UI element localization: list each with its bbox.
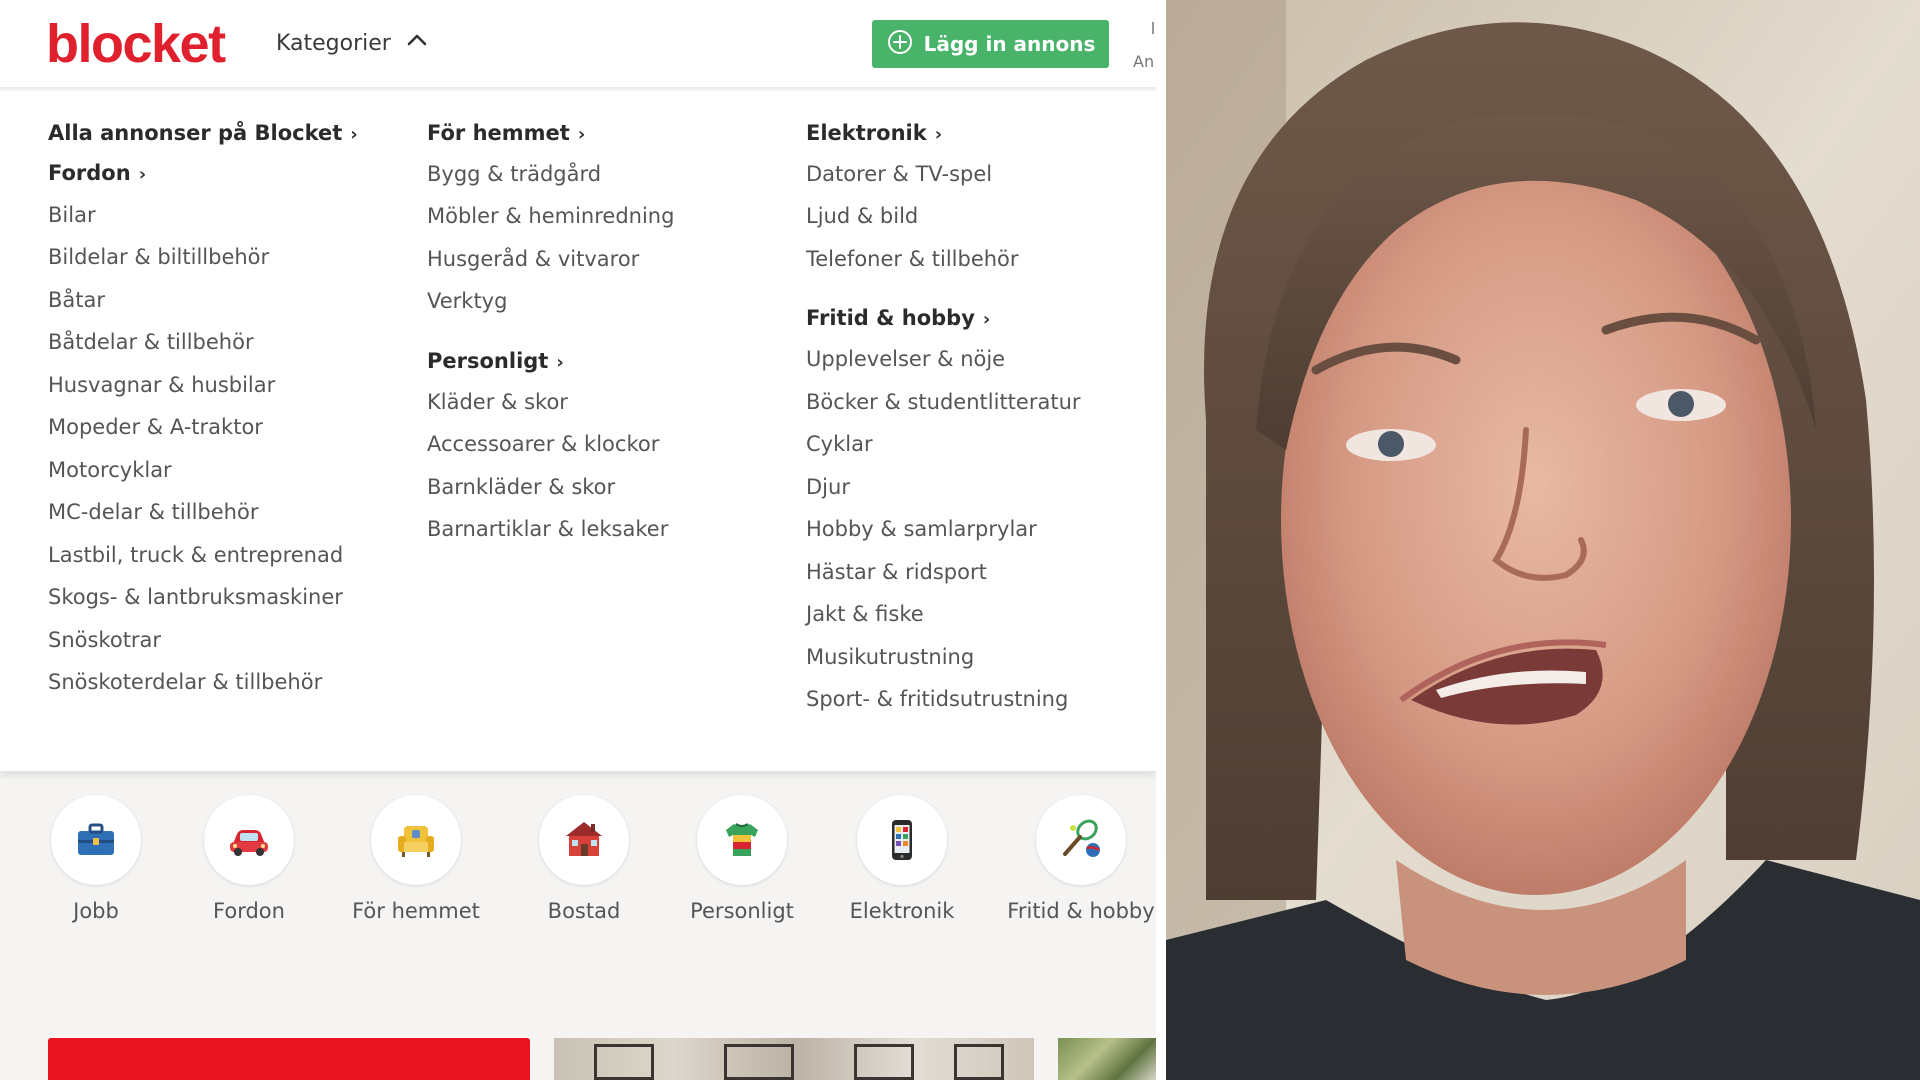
category-label: För hemmet <box>352 899 480 923</box>
menu-item[interactable]: Telefoner & tillbehör <box>806 246 1019 272</box>
picture-frame <box>724 1044 794 1080</box>
menu-item[interactable]: Hobby & samlarprylar <box>806 516 1037 542</box>
blocket-logo[interactable]: blocket <box>46 14 226 74</box>
briefcase-icon <box>51 795 141 885</box>
menu-heading-fritid-hobby[interactable]: Fritid & hobby › <box>806 305 990 333</box>
armchair-icon <box>371 795 461 885</box>
house-icon <box>539 795 629 885</box>
promo-photo-tile[interactable] <box>554 1038 1034 1080</box>
menu-item[interactable]: Djur <box>806 474 850 500</box>
menu-item[interactable]: Barnartiklar & leksaker <box>427 516 668 542</box>
header-edge-mark <box>1152 22 1154 34</box>
menu-item[interactable]: Jakt & fiske <box>806 601 924 627</box>
menu-item[interactable]: Ljud & bild <box>806 203 918 229</box>
category-fritid-hobby[interactable]: Fritid & hobby <box>1001 795 1156 923</box>
speaker-video-image <box>1166 0 1920 1080</box>
split-divider <box>1156 0 1166 1080</box>
menu-item[interactable]: Husgeråd & vitvaror <box>427 246 639 272</box>
category-elektronik[interactable]: Elektronik <box>822 795 982 923</box>
menu-item[interactable]: Möbler & heminredning <box>427 203 674 229</box>
phone-icon <box>857 795 947 885</box>
menu-item[interactable]: Husvagnar & husbilar <box>48 372 275 398</box>
menu-item[interactable]: Sport- & fritidsutrustning <box>806 686 1068 712</box>
plus-circle-icon <box>886 28 914 61</box>
menu-item[interactable]: Cyklar <box>806 431 873 457</box>
category-label: Bostad <box>547 899 621 923</box>
menu-heading-all-ads[interactable]: Alla annonser på Blocket › <box>48 120 358 148</box>
categories-menu: Alla annonser på Blocket › Fordon › Bilar … <box>0 91 1156 772</box>
promo-plant-tile[interactable] <box>1058 1038 1156 1080</box>
promo-banner-red[interactable] <box>48 1038 530 1080</box>
menu-item[interactable]: Båtar <box>48 287 105 313</box>
racket-ball-icon <box>1036 795 1126 885</box>
picture-frame <box>854 1044 914 1080</box>
category-label: Elektronik <box>849 899 955 923</box>
category-label: Jobb <box>73 899 119 923</box>
menu-heading-elektronik[interactable]: Elektronik › <box>806 120 942 148</box>
menu-heading-for-hemmet[interactable]: För hemmet › <box>427 120 585 148</box>
menu-item[interactable]: Bildelar & biltillbehör <box>48 244 269 270</box>
post-ad-label: Lägg in annons <box>923 32 1096 56</box>
menu-item[interactable]: Båtdelar & tillbehör <box>48 329 254 355</box>
menu-item[interactable]: Musikutrustning <box>806 644 974 670</box>
menu-heading-personligt[interactable]: Personligt › <box>427 348 564 376</box>
menu-item[interactable]: Motorcyklar <box>48 457 172 483</box>
header-edge-label[interactable]: An <box>1133 52 1154 71</box>
menu-heading-fordon[interactable]: Fordon › <box>48 160 146 188</box>
category-label: Personligt <box>690 899 794 923</box>
category-bostad[interactable]: Bostad <box>504 795 664 923</box>
menu-item[interactable]: Lastbil, truck & entreprenad <box>48 542 343 568</box>
menu-item[interactable]: MC-delar & tillbehör <box>48 499 258 525</box>
menu-item[interactable]: Bilar <box>48 202 96 228</box>
blocket-page: blocket Kategorier Lägg in annons An All… <box>0 0 1156 1080</box>
menu-item[interactable]: Barnkläder & skor <box>427 474 615 500</box>
webcam-feed <box>1166 0 1920 1080</box>
picture-frame <box>954 1044 1004 1080</box>
picture-frame <box>594 1044 654 1080</box>
category-for-hemmet[interactable]: För hemmet <box>336 795 496 923</box>
menu-item[interactable]: Upplevelser & nöje <box>806 346 1005 372</box>
menu-item[interactable]: Verktyg <box>427 288 507 314</box>
menu-item[interactable]: Hästar & ridsport <box>806 559 987 585</box>
menu-item[interactable]: Accessoarer & klockor <box>427 431 659 457</box>
chevron-up-icon <box>405 28 429 58</box>
category-label: Fritid & hobby <box>1007 899 1155 923</box>
category-fordon[interactable]: Fordon <box>169 795 329 923</box>
category-jobb[interactable]: Jobb <box>16 795 176 923</box>
site-header: blocket Kategorier Lägg in annons An <box>0 0 1156 89</box>
category-label: Fordon <box>213 899 285 923</box>
menu-item[interactable]: Snöskoterdelar & tillbehör <box>48 669 322 695</box>
menu-item[interactable]: Datorer & TV-spel <box>806 161 992 187</box>
menu-item[interactable]: Kläder & skor <box>427 389 568 415</box>
categories-toggle[interactable]: Kategorier <box>276 28 429 58</box>
post-ad-button[interactable]: Lägg in annons <box>872 20 1109 68</box>
menu-item[interactable]: Böcker & studentlitteratur <box>806 389 1081 415</box>
car-icon <box>204 795 294 885</box>
menu-item[interactable]: Snöskotrar <box>48 627 161 653</box>
categories-label: Kategorier <box>276 30 391 56</box>
menu-item[interactable]: Mopeder & A-traktor <box>48 414 263 440</box>
tshirt-icon <box>697 795 787 885</box>
category-shortcuts: Jobb Fordon För hemmet Bostad Personligt <box>0 795 1156 935</box>
category-personligt[interactable]: Personligt <box>662 795 822 923</box>
menu-item[interactable]: Bygg & trädgård <box>427 161 601 187</box>
menu-item[interactable]: Skogs- & lantbruksmaskiner <box>48 584 343 610</box>
